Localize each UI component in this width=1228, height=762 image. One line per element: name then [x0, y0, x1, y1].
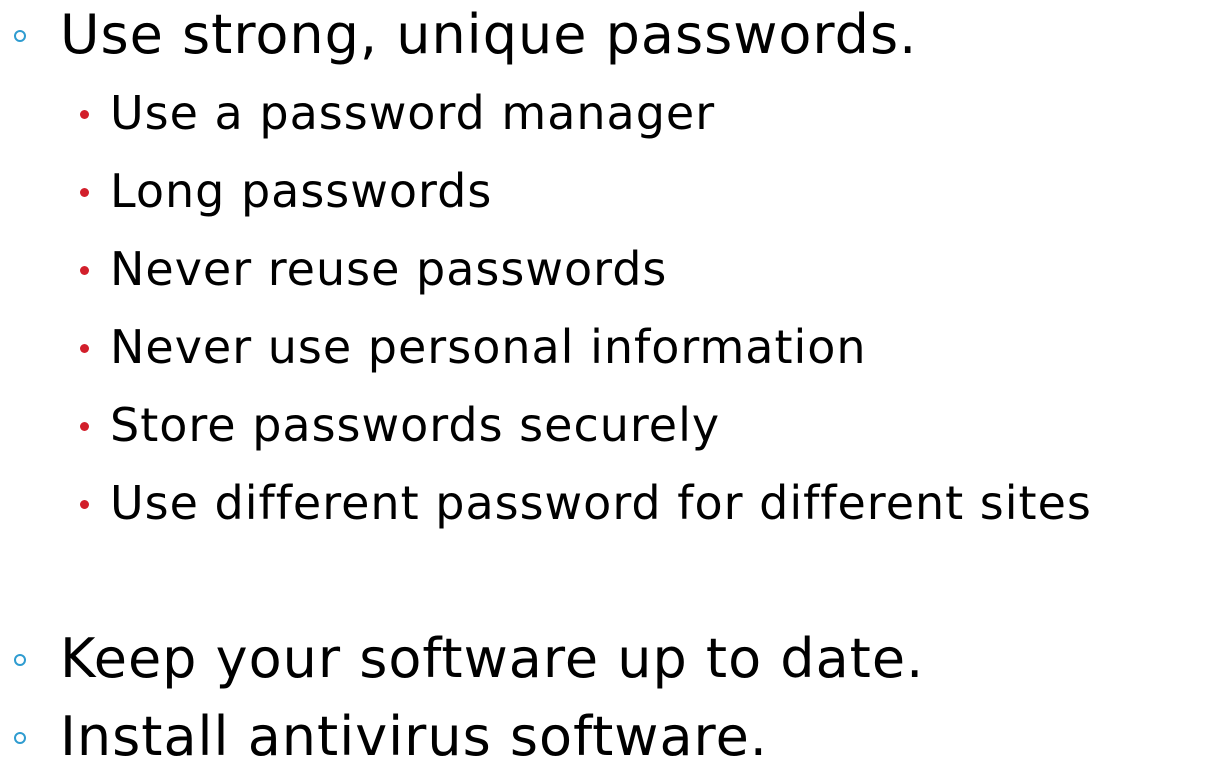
bullet-text: Install antivirus software.	[60, 705, 768, 762]
dot-bullet-icon	[80, 500, 89, 509]
dot-bullet-icon	[80, 344, 89, 353]
sub-bullet-text: Never reuse passwords	[110, 242, 668, 296]
sub-bullet-text: Store passwords securely	[110, 398, 721, 452]
dot-bullet-icon	[80, 188, 89, 197]
sub-bullet-text: Use a password manager	[110, 86, 716, 140]
hollow-circle-bullet-icon	[14, 30, 26, 42]
bullet-text: Use strong, unique passwords.	[60, 3, 918, 66]
dot-bullet-icon	[80, 266, 89, 275]
hollow-circle-bullet-icon	[14, 654, 26, 666]
sub-bullet-text: Never use personal information	[110, 320, 867, 374]
hollow-circle-bullet-icon	[14, 732, 26, 744]
sub-bullet-text: Long passwords	[110, 164, 493, 218]
sub-bullet-text: Use different password for different sit…	[110, 476, 1092, 530]
bullet-text: Keep your software up to date.	[60, 627, 925, 690]
dot-bullet-icon	[80, 422, 89, 431]
slide-content: Use strong, unique passwords. Use a pass…	[0, 0, 1228, 762]
dot-bullet-icon	[80, 110, 89, 119]
